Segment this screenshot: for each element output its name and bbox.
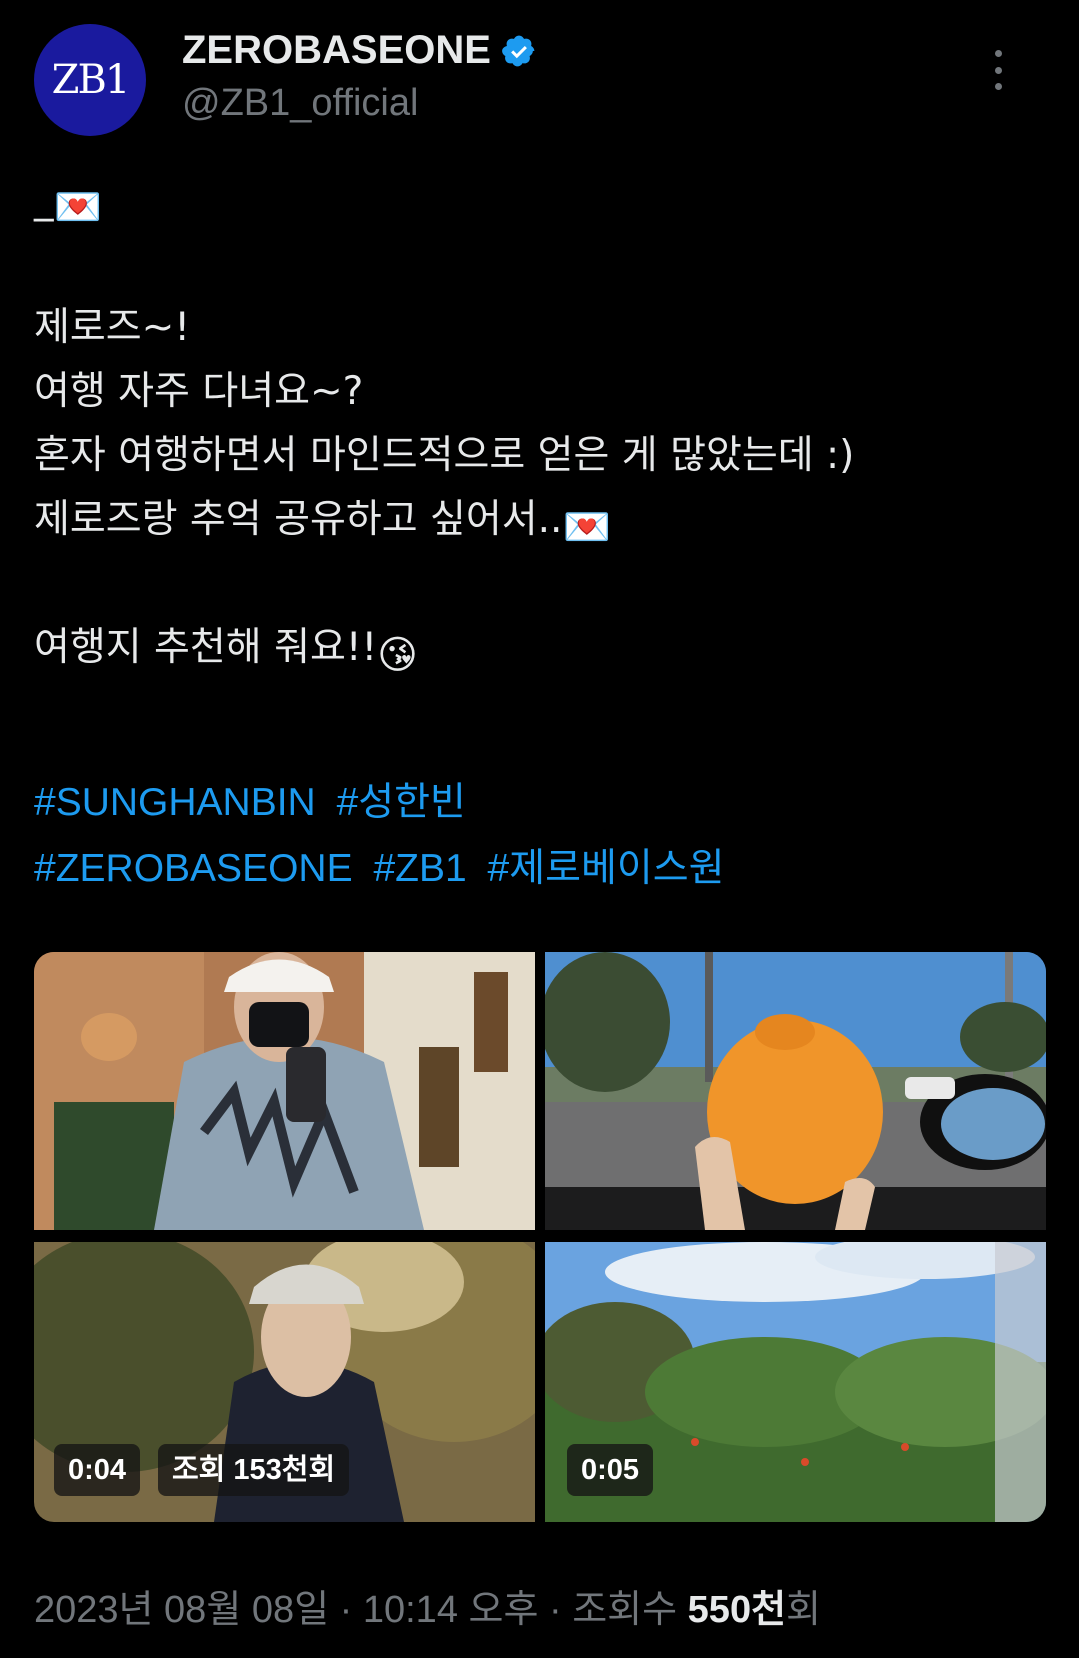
- media-grid: 0:04 조회 153천회 0:05: [34, 952, 1046, 1522]
- tweet-time[interactable]: 10:14 오후: [363, 1589, 539, 1631]
- mirror-selfie-photo[interactable]: [34, 952, 535, 1230]
- bushes-video[interactable]: 0:05: [545, 1242, 1046, 1522]
- views-suffix: 회: [786, 1589, 822, 1631]
- video-duration-badge: 0:04: [54, 1444, 141, 1496]
- hashtags: #SUNGHANBIN #성한빈 #ZEROBASEONE #ZB1 #제로베이…: [34, 770, 734, 902]
- tangerine-car-photo[interactable]: [545, 952, 1046, 1230]
- hashtag-link[interactable]: #성한빈: [337, 781, 466, 824]
- hashtag-link[interactable]: #SUNGHANBIN: [34, 781, 316, 824]
- text-line: 제로즈랑 추억 공유하고 싶어서..💌: [34, 488, 1044, 552]
- text-line: 혼자 여행하면서 마인드적으로 얻은 게 많았는데 :): [34, 433, 855, 478]
- views-label: 조회수: [572, 1589, 688, 1631]
- video-views-badge: 조회 153천회: [158, 1444, 350, 1496]
- handle[interactable]: @ZB1_official: [182, 82, 418, 125]
- verified-badge-icon: [502, 35, 535, 66]
- author-name-row[interactable]: ZEROBASEONE: [182, 28, 537, 73]
- display-name[interactable]: ZEROBASEONE: [182, 28, 491, 73]
- hashtag-link[interactable]: #ZEROBASEONE: [34, 847, 353, 890]
- text-line: 여행지 추천해 줘요!!😘: [34, 616, 1044, 680]
- avatar-logo-text: ZB1: [51, 57, 131, 103]
- tweet-header: ZB1 ZEROBASEONE @ZB1_official: [34, 24, 1044, 136]
- tweet-metadata: 2023년 08월 08일 · 10:14 오후 · 조회수 550천회: [34, 1589, 822, 1631]
- kiss-face-emoji: 😘: [377, 633, 418, 678]
- avatar[interactable]: ZB1: [34, 24, 146, 136]
- tweet-text: _💌 제로즈~! 여행 자주 다녀요~? 혼자 여행하면서 마인드적으로 얻은 …: [34, 168, 1044, 680]
- hashtag-link[interactable]: #ZB1: [373, 847, 466, 890]
- text-line: 여행 자주 다녀요~?: [34, 369, 364, 414]
- tweet-date[interactable]: 2023년 08월 08일: [34, 1589, 329, 1631]
- love-letter-emoji: 💌: [562, 505, 611, 550]
- video-duration-badge: 0:05: [567, 1444, 654, 1496]
- hashtag-link[interactable]: #제로베이스원: [488, 847, 725, 890]
- text-line: _💌: [34, 168, 1044, 232]
- more-options-icon[interactable]: [988, 50, 1008, 90]
- outdoor-video[interactable]: 0:04 조회 153천회: [34, 1242, 535, 1522]
- views-count: 550천: [687, 1589, 787, 1631]
- love-letter-emoji: 💌: [53, 185, 103, 230]
- text-line: 제로즈~!: [34, 305, 190, 350]
